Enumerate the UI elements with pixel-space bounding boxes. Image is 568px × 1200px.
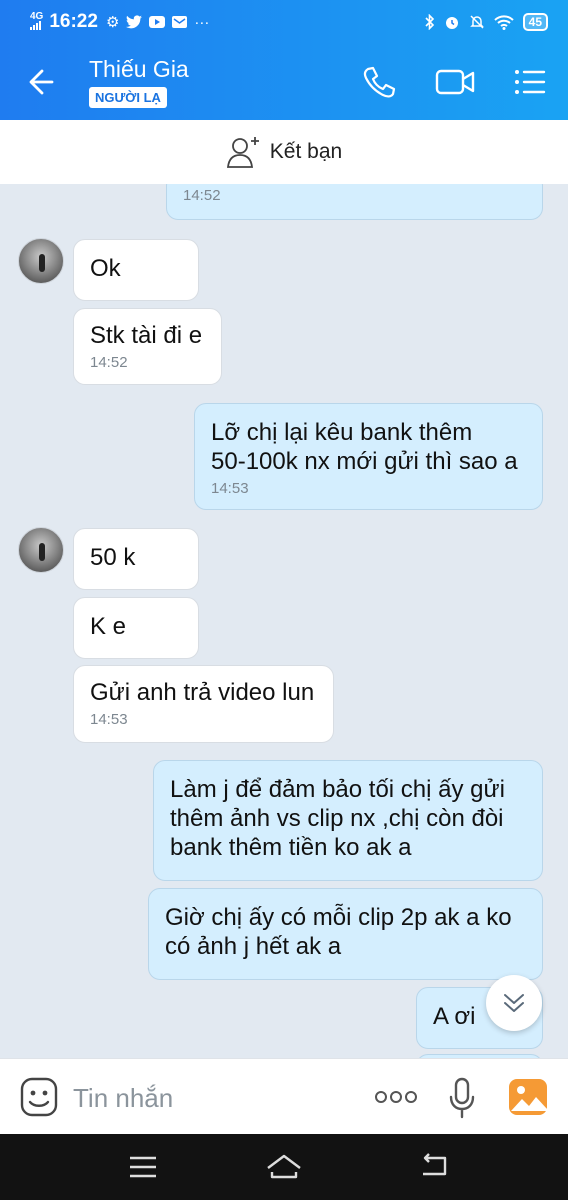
message-input[interactable]: Tin nhắn bbox=[73, 1083, 173, 1114]
mail-icon bbox=[172, 16, 188, 28]
back-arrow-icon[interactable] bbox=[22, 62, 66, 102]
chat-header: Thiếu Gia NGƯỜI LẠ bbox=[0, 44, 568, 120]
status-bar: 4G 16:22 ⚙ ··· 45 bbox=[0, 0, 568, 44]
youtube-icon bbox=[149, 16, 166, 28]
message-bubble-out[interactable]: Lỡ chị lại kêu bank thêm 50-100k nx mới … bbox=[194, 403, 543, 510]
message-bubble-in[interactable]: K e bbox=[73, 597, 199, 659]
image-gallery-icon[interactable] bbox=[507, 1077, 549, 1117]
message-bubble-in[interactable]: Gửi anh trả video lun 14:53 bbox=[73, 665, 334, 743]
message-bubble-out[interactable]: Làm j để đảm bảo tối chị ấy gửi thêm ảnh… bbox=[153, 760, 543, 881]
wifi-icon bbox=[493, 15, 514, 30]
back-nav-icon[interactable] bbox=[419, 1152, 449, 1180]
home-icon[interactable] bbox=[265, 1152, 303, 1180]
message-bubble-in[interactable]: Ok bbox=[73, 239, 199, 301]
contact-name[interactable]: Thiếu Gia bbox=[89, 56, 189, 83]
menu-list-icon[interactable] bbox=[510, 64, 548, 100]
add-friend-bar[interactable]: Kết bạn bbox=[0, 120, 568, 184]
message-line: Lỡ chị lại kêu bank thêm bbox=[211, 419, 473, 446]
message-line: bank thêm tiền ko ak a bbox=[170, 834, 412, 861]
avatar[interactable] bbox=[18, 527, 64, 573]
message-line: Làm j để đảm bảo tối chị ấy gửi bbox=[170, 776, 505, 803]
message-bubble-out[interactable]: Giờ chị ấy có mỗi clip 2p ak a ko có ảnh… bbox=[148, 888, 543, 980]
more-options-icon[interactable] bbox=[374, 1087, 418, 1107]
message-text: 50 k bbox=[90, 544, 136, 571]
message-time: 14:53 bbox=[211, 480, 249, 497]
video-call-icon[interactable] bbox=[434, 64, 476, 100]
message-text: K e bbox=[90, 613, 127, 640]
add-friend-icon bbox=[226, 137, 259, 168]
message-list[interactable]: 14:52 Ok Stk tài đi e 14:52 Lỡ chị lại k… bbox=[0, 184, 568, 1058]
message-time: 14:53 bbox=[90, 711, 128, 728]
signal-icon bbox=[30, 21, 41, 30]
mute-icon bbox=[469, 15, 484, 29]
phone-call-icon[interactable] bbox=[360, 64, 398, 100]
message-line: 50-100k nx mới gửi thì sao a bbox=[211, 448, 518, 475]
network-indicator: 4G bbox=[30, 12, 43, 32]
message-input-bar: Tin nhắn bbox=[0, 1058, 568, 1134]
network-label: 4G bbox=[30, 11, 44, 22]
message-line: Giờ chị ấy có mỗi clip 2p ak a ko bbox=[165, 904, 512, 931]
message-time: 14:52 bbox=[90, 354, 128, 371]
message-bubble-out[interactable]: 14:52 bbox=[166, 184, 543, 220]
message-time: 14:52 bbox=[183, 187, 221, 204]
scroll-to-bottom-button[interactable] bbox=[486, 975, 542, 1031]
twitter-icon bbox=[126, 15, 143, 29]
message-bubble-in[interactable]: Stk tài đi e 14:52 bbox=[73, 308, 222, 385]
add-friend-label: Kết bạn bbox=[269, 140, 343, 163]
battery-icon: 45 bbox=[522, 13, 548, 31]
recents-menu-icon[interactable] bbox=[128, 1156, 158, 1178]
stranger-badge: NGƯỜI LẠ bbox=[89, 87, 167, 108]
more-dots-icon: ··· bbox=[194, 13, 210, 31]
gear-icon: ⚙ bbox=[105, 14, 120, 31]
microphone-icon[interactable] bbox=[447, 1077, 477, 1119]
message-text: Ok bbox=[90, 255, 121, 282]
system-nav-bar bbox=[0, 1134, 568, 1200]
clock: 16:22 bbox=[49, 11, 98, 32]
sticker-emoji-icon[interactable] bbox=[20, 1077, 58, 1117]
message-line: thêm ảnh vs clip nx ,chị còn đòi bbox=[170, 805, 504, 832]
message-text: Stk tài đi e bbox=[90, 322, 203, 349]
double-chevron-down-icon bbox=[504, 994, 524, 1012]
message-text: Gửi anh trả video lun bbox=[90, 679, 315, 706]
avatar[interactable] bbox=[18, 238, 64, 284]
alarm-icon bbox=[445, 17, 458, 29]
message-bubble-in[interactable]: 50 k bbox=[73, 528, 199, 590]
message-line: có ảnh j hết ak a bbox=[165, 933, 342, 960]
message-text: A ơi bbox=[433, 1003, 476, 1030]
bluetooth-icon bbox=[425, 14, 434, 30]
